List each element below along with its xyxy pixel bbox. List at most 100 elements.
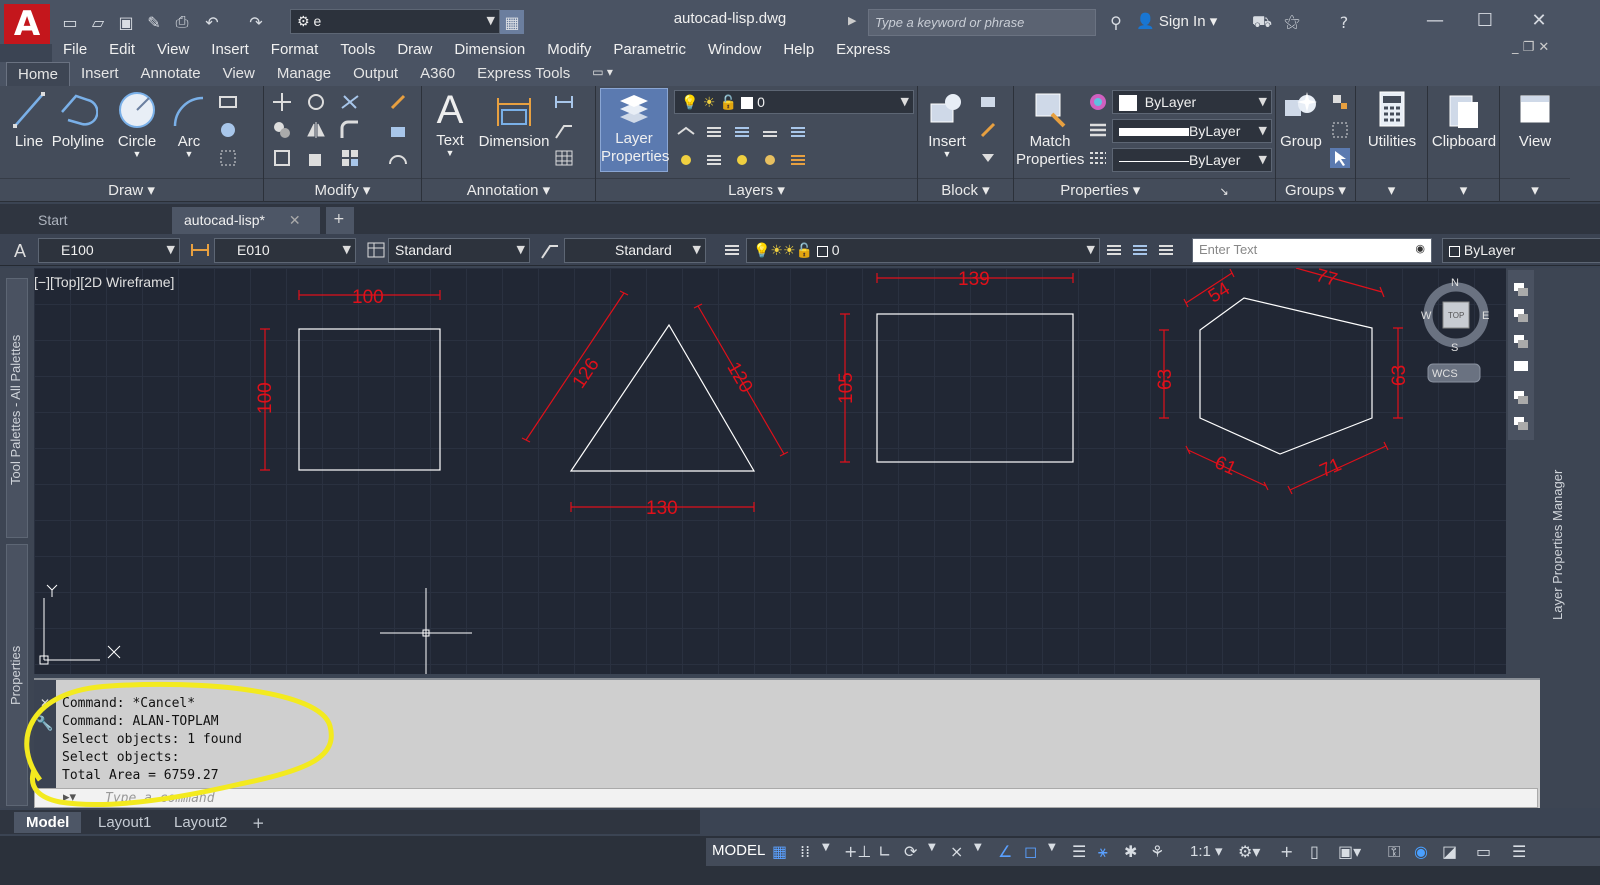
- region-icon[interactable]: [218, 148, 238, 168]
- layer-on-icon[interactable]: [676, 150, 696, 170]
- maximize-icon[interactable]: ☐: [1470, 8, 1500, 32]
- table-style-dropdown[interactable]: Standard ▼: [388, 238, 530, 263]
- linetype-dropdown[interactable]: ByLayer ▼: [1112, 148, 1272, 172]
- stretch-icon[interactable]: [272, 148, 292, 168]
- a360-icon[interactable]: ⚝: [1280, 10, 1304, 34]
- transparency-icon[interactable]: ⚹: [1098, 842, 1108, 862]
- model-space-button[interactable]: MODEL: [712, 842, 765, 859]
- menu-view[interactable]: View: [146, 38, 200, 62]
- layer-manager-icon[interactable]: [722, 240, 742, 260]
- search-input[interactable]: Type a keyword or phrase: [868, 9, 1096, 36]
- tab-layout1[interactable]: Layout1: [86, 812, 163, 833]
- window-controls-icon[interactable]: _ ❐ ✕: [1512, 40, 1549, 55]
- match-properties-button[interactable]: Match Properties: [1016, 90, 1084, 169]
- close-icon[interactable]: ✕: [1524, 8, 1554, 32]
- tab-insert[interactable]: Insert: [70, 62, 130, 86]
- lineweight-dropdown[interactable]: ByLayer ▼: [1112, 119, 1272, 143]
- layers-panel-label[interactable]: Layers ▾: [596, 178, 917, 200]
- leader-icon[interactable]: [554, 120, 574, 140]
- share-icon[interactable]: ▦: [500, 10, 524, 34]
- line-button[interactable]: Line: [8, 90, 50, 150]
- copy-icon[interactable]: [272, 120, 292, 140]
- trim-icon[interactable]: [340, 92, 360, 112]
- menu-parametric[interactable]: Parametric: [602, 38, 697, 62]
- sign-in-button[interactable]: 👤 Sign In ▾: [1136, 12, 1217, 30]
- selection-cycling-icon[interactable]: ✱: [1124, 842, 1137, 861]
- menu-format[interactable]: Format: [260, 38, 330, 62]
- menu-insert[interactable]: Insert: [200, 38, 260, 62]
- close-icon[interactable]: ✕: [289, 213, 301, 229]
- infer-icon[interactable]: +⊥: [844, 842, 871, 861]
- palette-icon-1[interactable]: [1511, 280, 1531, 300]
- chevron-down-icon[interactable]: ▼: [974, 842, 982, 853]
- chevron-down-icon[interactable]: ▼: [928, 842, 936, 853]
- hexagon-shape[interactable]: [1199, 297, 1373, 455]
- object-snap-tracking-icon[interactable]: ∠: [998, 842, 1012, 861]
- properties-panel-label[interactable]: Properties ▾ ↘: [1014, 178, 1275, 200]
- annotation-visibility-icon[interactable]: ⚘: [1150, 842, 1164, 861]
- isodraft-icon[interactable]: ⨯: [950, 842, 963, 861]
- menu-tools[interactable]: Tools: [329, 38, 386, 62]
- ortho-icon[interactable]: ∟: [878, 842, 891, 861]
- tab-view[interactable]: View: [212, 62, 266, 86]
- layer-match-icon[interactable]: [788, 122, 808, 142]
- linear-dim-icon[interactable]: [554, 92, 574, 112]
- menu-file[interactable]: File: [52, 38, 98, 62]
- palette-icon-4[interactable]: [1511, 358, 1531, 378]
- binoculars-icon[interactable]: ⚲: [1104, 10, 1128, 34]
- view-button[interactable]: View: [1500, 90, 1570, 150]
- tab-manage[interactable]: Manage: [266, 62, 342, 86]
- isolate-objects-icon[interactable]: ◉: [1414, 842, 1428, 861]
- create-block-icon[interactable]: [978, 92, 998, 112]
- palette-icon-5[interactable]: [1511, 388, 1531, 408]
- layer-thaw-icon[interactable]: [732, 150, 752, 170]
- clean-screen-icon[interactable]: ▭: [1476, 842, 1491, 861]
- block-panel-label[interactable]: Block ▾: [918, 178, 1013, 200]
- tab-a360[interactable]: A360: [409, 62, 466, 86]
- tab-model[interactable]: Model: [14, 812, 82, 833]
- new-file-icon[interactable]: ▭: [58, 10, 82, 34]
- workspace-select[interactable]: ⚙ e ▼: [290, 9, 500, 34]
- circle-button[interactable]: Circle ▼: [112, 90, 162, 159]
- erase-icon[interactable]: [388, 92, 408, 112]
- viewcube[interactable]: TOP N S E W WCS: [1421, 277, 1489, 383]
- dimension-button[interactable]: Dimension: [476, 90, 552, 150]
- annotation-panel-label[interactable]: Annotation ▾: [422, 178, 595, 200]
- triangle-shape[interactable]: [569, 323, 756, 472]
- menu-draw[interactable]: Draw: [386, 38, 443, 62]
- group-edit-icon[interactable]: [1330, 120, 1350, 140]
- layer-isolate-icon[interactable]: [704, 122, 724, 142]
- chevron-down-icon[interactable]: ▼: [822, 842, 830, 853]
- units-icon[interactable]: ▯: [1310, 842, 1319, 861]
- ungroup-icon[interactable]: [1330, 92, 1350, 112]
- open-file-icon[interactable]: ▱: [86, 10, 110, 34]
- plot-icon[interactable]: ⎙: [170, 10, 194, 34]
- menu-help[interactable]: Help: [772, 38, 825, 62]
- annotation-scale-button[interactable]: 1:1 ▾: [1190, 842, 1223, 860]
- insert-block-button[interactable]: Insert ▼: [922, 90, 972, 159]
- clipboard-button[interactable]: Clipboard: [1428, 90, 1500, 150]
- tab-express-tools[interactable]: Express Tools: [466, 62, 581, 86]
- color-dropdown[interactable]: ByLayer ▼: [1112, 90, 1272, 114]
- chevron-right-icon[interactable]: ▶: [848, 14, 856, 27]
- fillet-icon[interactable]: [340, 120, 360, 140]
- layer-previous-icon[interactable]: [1130, 240, 1150, 260]
- polar-icon[interactable]: ⟳: [904, 842, 917, 861]
- tab-layout2[interactable]: Layout2: [162, 812, 239, 833]
- save-icon[interactable]: ▣: [114, 10, 138, 34]
- group-select-icon[interactable]: [1330, 148, 1350, 168]
- attribute-icon[interactable]: [978, 148, 998, 168]
- undo-icon[interactable]: ↶: [200, 10, 224, 34]
- rectangle-shape[interactable]: [876, 313, 1074, 463]
- layer-state-icon[interactable]: [1156, 240, 1176, 260]
- group-button[interactable]: Group: [1278, 90, 1324, 150]
- hexagon-top-right-dimension[interactable]: [1295, 268, 1385, 298]
- layer-properties-button[interactable]: Layer Properties: [600, 88, 669, 172]
- scale-icon[interactable]: [306, 148, 326, 168]
- cart-icon[interactable]: ⛟: [1250, 10, 1274, 34]
- annotation-monitor-icon[interactable]: +: [1280, 842, 1293, 861]
- layer-off-icon[interactable]: [676, 122, 696, 142]
- mleader-style-dropdown[interactable]: Standard ▼: [564, 238, 706, 263]
- move-icon[interactable]: [272, 92, 292, 112]
- draw-panel-label[interactable]: Draw ▾: [0, 178, 263, 200]
